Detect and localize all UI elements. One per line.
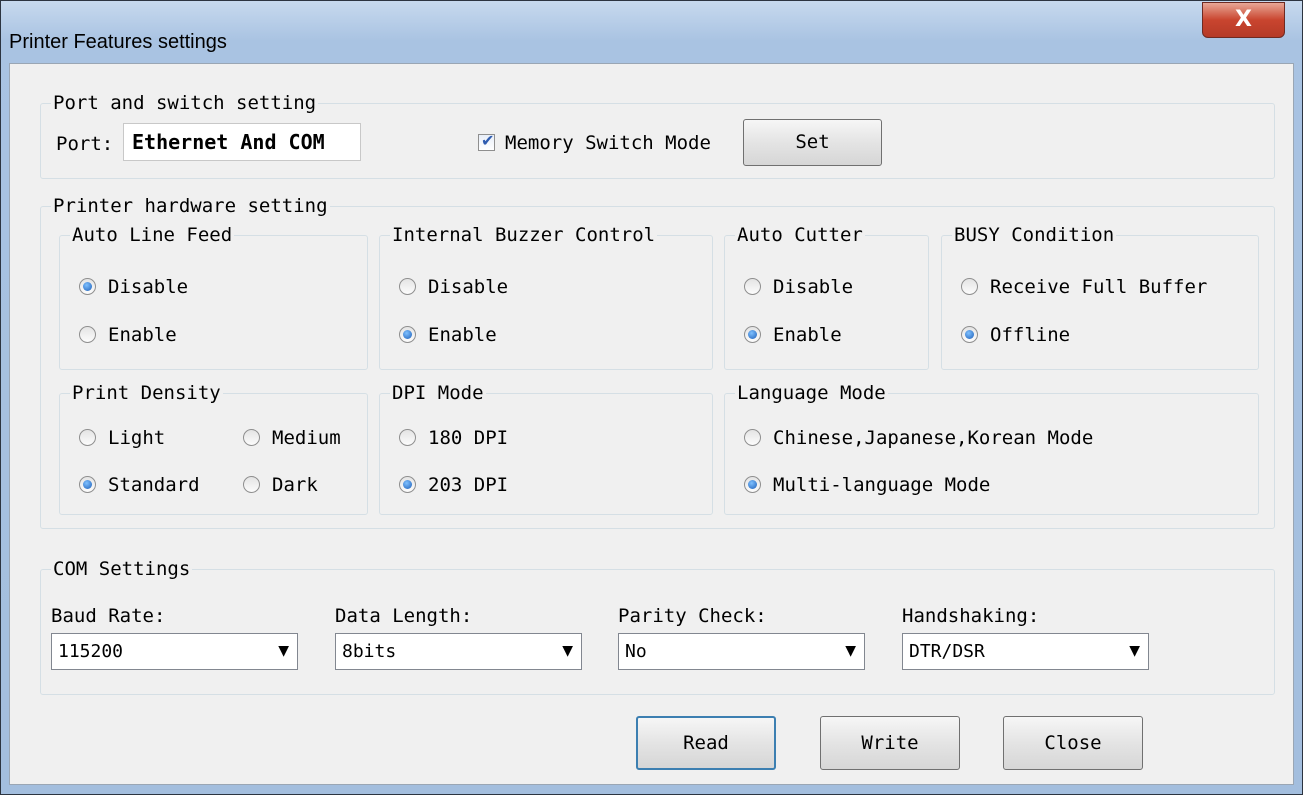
language-mode-legend: Language Mode — [735, 380, 888, 406]
density-light-radio[interactable] — [79, 429, 96, 446]
buzzer-group: Internal Buzzer Control Disable Enable — [379, 222, 713, 370]
buzzer-disable-label[interactable]: Disable — [428, 275, 508, 299]
density-medium-radio[interactable] — [243, 429, 260, 446]
auto-line-feed-enable-label[interactable]: Enable — [108, 323, 177, 347]
dialog-window: Printer Features settings X Port and swi… — [0, 0, 1303, 795]
auto-cutter-disable-label[interactable]: Disable — [773, 275, 853, 299]
auto-cutter-group: Auto Cutter Disable Enable — [724, 222, 929, 370]
dropdown-arrow-icon: ▼ — [562, 643, 573, 659]
busy-condition-group: BUSY Condition Receive Full Buffer Offli… — [941, 222, 1259, 370]
auto-cutter-disable-radio[interactable] — [744, 278, 761, 295]
dropdown-arrow-icon: ▼ — [845, 643, 856, 659]
check-mark-icon: ✔ — [481, 131, 495, 150]
parity-check-value: No — [625, 641, 647, 662]
dpi-180-radio[interactable] — [399, 429, 416, 446]
busy-offline-label[interactable]: Offline — [990, 323, 1070, 347]
dialog-client-area: Port and switch setting Port: Ethernet A… — [9, 63, 1294, 785]
window-close-button[interactable]: X — [1202, 2, 1285, 38]
busy-receive-full-buffer-label[interactable]: Receive Full Buffer — [990, 275, 1207, 299]
set-button[interactable]: Set — [743, 119, 882, 166]
busy-condition-legend: BUSY Condition — [952, 222, 1117, 248]
auto-cutter-enable-radio[interactable] — [744, 326, 761, 343]
dpi-mode-group: DPI Mode 180 DPI 203 DPI — [379, 380, 713, 515]
window-title: Printer Features settings — [9, 31, 227, 53]
read-button[interactable]: Read — [636, 716, 776, 770]
close-button[interactable]: Close — [1003, 716, 1143, 770]
auto-line-feed-disable-label[interactable]: Disable — [108, 275, 188, 299]
density-light-label[interactable]: Light — [108, 426, 165, 450]
hardware-legend: Printer hardware setting — [51, 193, 330, 219]
busy-receive-full-buffer-radio[interactable] — [961, 278, 978, 295]
data-length-label: Data Length: — [335, 605, 473, 627]
print-density-legend: Print Density — [70, 380, 223, 406]
language-cjk-radio[interactable] — [744, 429, 761, 446]
baud-rate-value: 115200 — [58, 641, 124, 662]
auto-line-feed-group: Auto Line Feed Disable Enable — [59, 222, 368, 370]
auto-line-feed-legend: Auto Line Feed — [70, 222, 235, 248]
com-settings-group: COM Settings Baud Rate: 115200 ▼ Data Le… — [40, 556, 1275, 695]
handshaking-select[interactable]: DTR/DSR ▼ — [902, 633, 1149, 670]
auto-line-feed-disable-radio[interactable] — [79, 278, 96, 295]
hardware-group: Printer hardware setting Auto Line Feed … — [40, 193, 1275, 529]
density-standard-radio[interactable] — [79, 476, 96, 493]
com-settings-legend: COM Settings — [51, 556, 193, 582]
buzzer-enable-label[interactable]: Enable — [428, 323, 497, 347]
dpi-203-radio[interactable] — [399, 476, 416, 493]
parity-check-label: Parity Check: — [618, 605, 767, 627]
port-switch-legend: Port and switch setting — [51, 90, 319, 116]
language-multi-label[interactable]: Multi-language Mode — [773, 473, 990, 497]
language-cjk-label[interactable]: Chinese,Japanese,Korean Mode — [773, 426, 1093, 450]
write-button[interactable]: Write — [820, 716, 960, 770]
language-multi-radio[interactable] — [744, 476, 761, 493]
density-medium-label[interactable]: Medium — [272, 426, 341, 450]
data-length-value: 8bits — [342, 641, 397, 662]
data-length-select[interactable]: 8bits ▼ — [335, 633, 582, 670]
language-mode-group: Language Mode Chinese,Japanese,Korean Mo… — [724, 380, 1259, 515]
density-dark-radio[interactable] — [243, 476, 260, 493]
handshaking-label: Handshaking: — [902, 605, 1040, 627]
memory-switch-label[interactable]: Memory Switch Mode — [505, 131, 711, 155]
baud-rate-label: Baud Rate: — [51, 605, 166, 627]
dpi-203-label[interactable]: 203 DPI — [428, 473, 508, 497]
auto-cutter-legend: Auto Cutter — [735, 222, 865, 248]
buzzer-disable-radio[interactable] — [399, 278, 416, 295]
density-standard-label[interactable]: Standard — [108, 473, 200, 497]
port-label: Port: — [56, 133, 114, 155]
handshaking-value: DTR/DSR — [909, 641, 985, 662]
dropdown-arrow-icon: ▼ — [278, 643, 289, 659]
title-bar[interactable]: Printer Features settings X — [1, 1, 1302, 53]
print-density-group: Print Density Light Medium Standard Dark — [59, 380, 368, 515]
density-dark-label[interactable]: Dark — [272, 473, 318, 497]
port-value-field: Ethernet And COM — [123, 123, 361, 161]
busy-offline-radio[interactable] — [961, 326, 978, 343]
buzzer-enable-radio[interactable] — [399, 326, 416, 343]
parity-check-select[interactable]: No ▼ — [618, 633, 865, 670]
auto-cutter-enable-label[interactable]: Enable — [773, 323, 842, 347]
memory-switch-checkbox[interactable]: ✔ — [478, 131, 495, 151]
buzzer-legend: Internal Buzzer Control — [390, 222, 658, 248]
dropdown-arrow-icon: ▼ — [1129, 643, 1140, 659]
auto-line-feed-enable-radio[interactable] — [79, 326, 96, 343]
dpi-mode-legend: DPI Mode — [390, 380, 486, 406]
dpi-180-label[interactable]: 180 DPI — [428, 426, 508, 450]
port-switch-group: Port and switch setting Port: Ethernet A… — [40, 90, 1275, 179]
baud-rate-select[interactable]: 115200 ▼ — [51, 633, 298, 670]
